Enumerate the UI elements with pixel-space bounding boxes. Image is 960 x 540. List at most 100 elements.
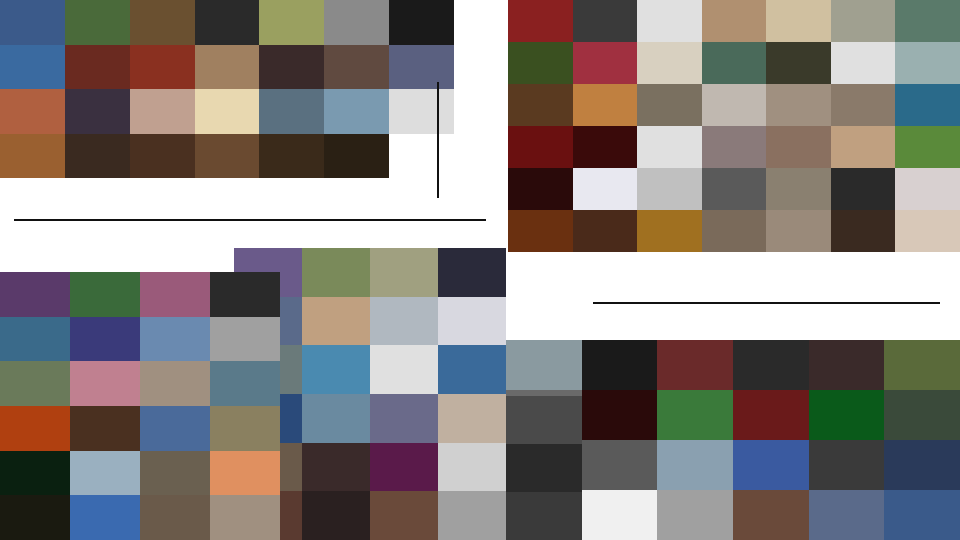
photo-thumbnail (766, 42, 831, 84)
photo-thumbnail (508, 168, 573, 210)
photo-thumbnail (895, 126, 960, 168)
photo-thumbnail (766, 84, 831, 126)
photo-thumbnail (581, 490, 658, 540)
photo-thumbnail (70, 272, 140, 317)
collage-cars-lead (506, 396, 582, 540)
collage-people-events (0, 0, 454, 178)
photo-thumbnail (637, 210, 702, 252)
photo-thumbnail (895, 168, 960, 210)
photo-thumbnail (302, 248, 370, 297)
photo-thumbnail (508, 210, 573, 252)
photo-thumbnail (884, 490, 960, 540)
photo-thumbnail (259, 89, 325, 134)
photo-thumbnail (210, 272, 280, 317)
photo-thumbnail (830, 210, 896, 252)
photo-thumbnail (370, 248, 438, 297)
photo-thumbnail (129, 44, 195, 89)
photo-thumbnail (302, 394, 370, 443)
photo-thumbnail (389, 133, 454, 178)
photo-thumbnail (732, 390, 809, 440)
photo-thumbnail (0, 495, 70, 540)
photo-thumbnail (572, 210, 638, 252)
photo-thumbnail (581, 440, 658, 490)
photo-thumbnail (70, 361, 140, 406)
photo-thumbnail (766, 126, 831, 168)
photo-thumbnail (70, 406, 140, 451)
divider-vertical (437, 82, 439, 198)
photo-thumbnail (830, 42, 896, 84)
photo-thumbnail (732, 340, 809, 390)
photo-thumbnail (808, 340, 885, 390)
photo-thumbnail (701, 42, 767, 84)
photo-thumbnail (0, 406, 70, 451)
photo-thumbnail (324, 0, 390, 45)
photo-thumbnail (572, 168, 638, 210)
photo-thumbnail (210, 495, 280, 540)
photo-thumbnail (572, 42, 638, 84)
photo-thumbnail (140, 495, 210, 540)
photo-thumbnail (508, 84, 573, 126)
photo-thumbnail (895, 42, 960, 84)
photo-thumbnail (895, 84, 960, 126)
photo-thumbnail (64, 133, 130, 178)
photo-thumbnail (508, 42, 573, 84)
photo-thumbnail (302, 442, 370, 492)
photo-thumbnail (194, 0, 260, 45)
photo-thumbnail (808, 490, 885, 540)
divider-horizontal-right (593, 302, 940, 304)
photo-thumbnail (140, 450, 210, 496)
photo-thumbnail (0, 0, 65, 45)
photo-thumbnail (0, 44, 65, 89)
photo-thumbnail (0, 89, 65, 134)
photo-thumbnail (830, 84, 896, 126)
photo-thumbnail (438, 442, 506, 492)
photo-thumbnail (766, 210, 831, 252)
photo-thumbnail (370, 394, 438, 443)
photo-thumbnail (140, 316, 210, 362)
photo-thumbnail (732, 440, 809, 490)
photo-thumbnail (506, 340, 582, 390)
photo-thumbnail (657, 390, 733, 440)
photo-thumbnail (389, 44, 454, 89)
photo-thumbnail (884, 390, 960, 440)
photo-thumbnail (830, 0, 896, 42)
photo-thumbnail (0, 316, 70, 362)
collage-nature-left (0, 272, 280, 540)
photo-thumbnail (259, 0, 325, 45)
photo-thumbnail (830, 168, 896, 210)
photo-thumbnail (438, 491, 506, 540)
photo-thumbnail (438, 248, 506, 297)
photo-thumbnail (324, 133, 390, 178)
photo-thumbnail (830, 126, 896, 168)
photo-thumbnail (370, 345, 438, 394)
photo-thumbnail (701, 168, 767, 210)
photo-thumbnail (884, 340, 960, 390)
photo-thumbnail (506, 396, 582, 444)
photo-thumbnail (766, 0, 831, 42)
photo-thumbnail (302, 296, 370, 346)
photo-thumbnail (370, 442, 438, 492)
photo-thumbnail (140, 406, 210, 451)
photo-thumbnail (508, 0, 573, 42)
photo-thumbnail (64, 0, 130, 45)
photo-thumbnail (808, 440, 885, 490)
collage-pets-flowers (508, 0, 960, 252)
photo-thumbnail (210, 361, 280, 406)
photo-thumbnail (194, 44, 260, 89)
photo-thumbnail (70, 495, 140, 540)
photo-thumbnail (766, 168, 831, 210)
photo-thumbnail (808, 390, 885, 440)
photo-thumbnail (129, 133, 195, 178)
photo-thumbnail (895, 210, 960, 252)
photo-thumbnail (0, 361, 70, 406)
photo-thumbnail (657, 490, 733, 540)
photo-thumbnail (302, 345, 370, 394)
divider-horizontal-left (14, 219, 486, 221)
photo-thumbnail (581, 340, 658, 390)
photo-thumbnail (701, 126, 767, 168)
photo-thumbnail (210, 316, 280, 362)
photo-thumbnail (637, 168, 702, 210)
photo-thumbnail (370, 296, 438, 346)
photo-thumbnail (701, 210, 767, 252)
photo-thumbnail (140, 361, 210, 406)
